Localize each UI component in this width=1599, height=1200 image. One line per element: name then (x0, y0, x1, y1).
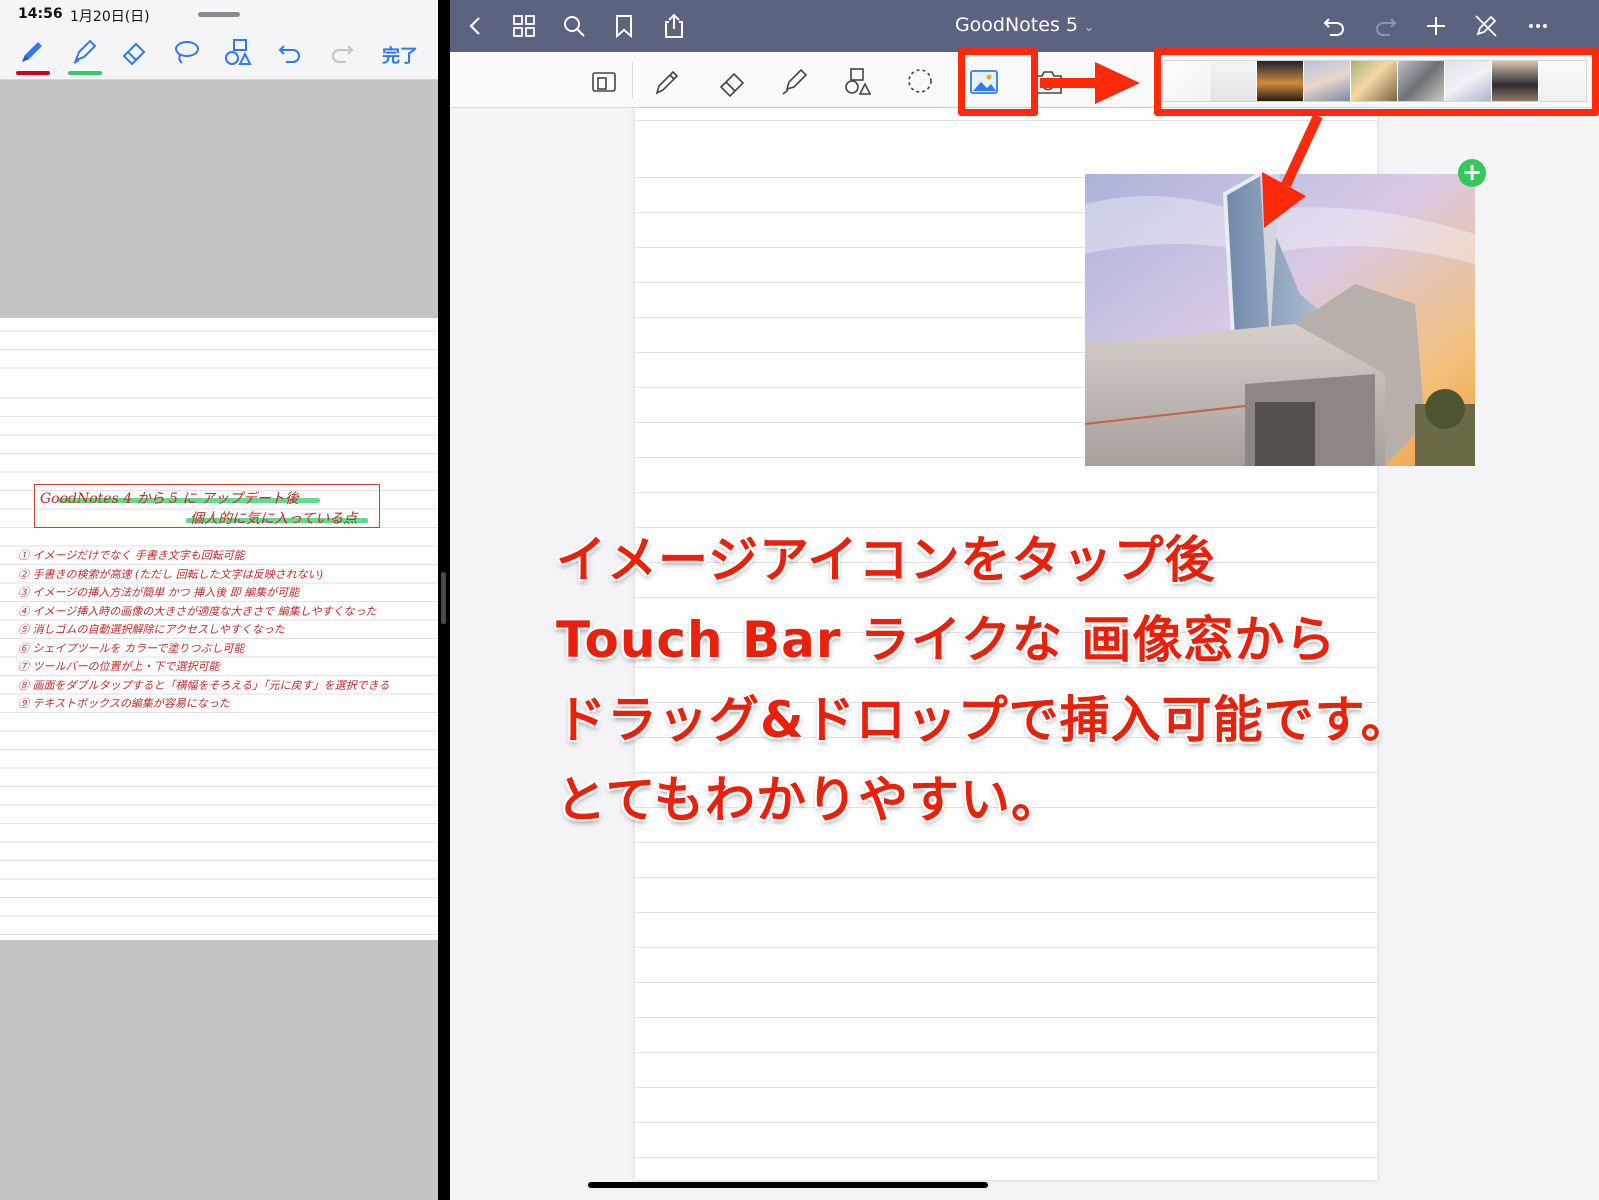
redo-button-right[interactable] (1368, 8, 1404, 44)
redo-icon (1376, 18, 1397, 36)
more-icon (1529, 24, 1547, 28)
thumbnails-button[interactable] (506, 8, 542, 44)
annotation-text: イメージアイコンをタップ後 Touch Bar ライクな 画像窓から ドラッグ&… (556, 520, 1456, 840)
inserted-photo[interactable] (1085, 174, 1475, 466)
eraser-tool-button-right[interactable] (710, 60, 754, 104)
lasso-icon (908, 69, 932, 93)
undo-icon (1323, 18, 1344, 36)
pen-icon (655, 70, 679, 95)
note-page-left[interactable]: GoodNotes 4 から 5 に アップデート後 個人的に気に入っている点 … (0, 318, 438, 940)
undo-button[interactable] (270, 32, 310, 72)
note-item-2: ② 手書きの検索が高速 (ただし 回転した文字は反映されない) (18, 568, 324, 581)
note-item-6: ⑥ シェイプツールを カラーで塗りつぶし可能 (18, 642, 245, 655)
eraser-tool-button[interactable] (114, 32, 154, 72)
undo-icon (278, 45, 300, 63)
eraser-icon (122, 42, 146, 66)
highlighter-tool-button[interactable] (64, 32, 104, 75)
note-item-3: ③ イメージの挿入方法が簡単 かつ 挿入後 即 編集が可能 (18, 586, 300, 599)
annotation-line-4: とてもわかりやすい。 (556, 771, 1062, 829)
back-icon (469, 17, 480, 35)
shapes-tool-button-right[interactable] (835, 60, 879, 104)
search-button[interactable] (556, 8, 592, 44)
add-image-badge[interactable]: + (1458, 159, 1486, 187)
annotation-line-1: イメージアイコンをタップ後 (556, 531, 1216, 589)
status-date: 1月20日(日) (70, 9, 150, 25)
note-item-4: ④ イメージ挿入時の画像の大きさが適度な大きさで 編集しやすくなった (18, 605, 377, 618)
document-title-text: GoodNotes 5 (954, 14, 1078, 36)
shapes-tool-button[interactable] (218, 32, 258, 72)
left-pane: 14:56 1月20日(日) 完了 GoodNotes 4 から 5 に アップ… (0, 0, 438, 1200)
add-icon (1427, 17, 1445, 35)
bookmark-icon (616, 15, 632, 39)
grid-icon (513, 15, 535, 37)
toolbar-separator (632, 62, 633, 98)
bookmark-button[interactable] (606, 8, 642, 44)
shapes-icon (845, 68, 872, 95)
home-indicator (588, 1182, 988, 1188)
annotation-line-2: Touch Bar ライクな 画像窓から (556, 611, 1337, 669)
title-chevron-icon: ⌄ (1083, 20, 1095, 34)
done-button[interactable]: 完了 (382, 42, 418, 68)
highlighter-color-indicator (68, 71, 102, 75)
read-only-toggle[interactable] (1468, 8, 1504, 44)
back-button[interactable] (458, 8, 494, 44)
pen-color-indicator (16, 71, 50, 75)
share-icon (665, 13, 683, 38)
search-icon (564, 16, 585, 37)
eraser-icon (719, 72, 745, 98)
note-title-line2: 個人的に気に入っている点 (190, 511, 358, 527)
photo-strip-highlight-box (1154, 48, 1599, 116)
pen-tool-button[interactable] (12, 32, 52, 75)
page-layout-button[interactable] (582, 60, 626, 104)
status-bar: 14:56 1月20日(日) (0, 0, 438, 28)
multitask-grabber[interactable] (198, 12, 240, 17)
document-icon (592, 72, 616, 92)
nav-bar: GoodNotes 5 ⌄ (450, 0, 1599, 52)
pen-tool-button-right[interactable] (645, 60, 689, 104)
pen-icon (22, 42, 42, 62)
image-icon-highlight-box (958, 48, 1038, 116)
note-title-line1: GoodNotes 4 から 5 に アップデート後 (40, 491, 299, 507)
split-view-handle[interactable] (441, 572, 446, 624)
redo-icon (332, 45, 354, 63)
add-page-button[interactable] (1418, 8, 1454, 44)
note-item-8: ⑧ 画面をダブルタップすると「横幅をそろえる」「元に戻す」を選択できる (18, 679, 390, 692)
highlighter-icon (782, 68, 808, 95)
shapes-icon (225, 39, 252, 65)
left-toolbar: 完了 (0, 28, 438, 80)
redo-button[interactable] (322, 32, 362, 72)
note-item-9: ⑨ テキストボックスの編集が容易になった (18, 697, 230, 710)
lasso-tool-button[interactable] (166, 32, 206, 72)
status-time: 14:56 (18, 6, 63, 22)
highlighter-tool-button-right[interactable] (772, 60, 816, 104)
note-item-5: ⑤ 消しゴムの自動選択解除にアクセスしやすくなった (18, 623, 285, 636)
undo-button-right[interactable] (1316, 8, 1352, 44)
share-button[interactable] (656, 8, 692, 44)
highlighter-icon (73, 39, 97, 64)
more-button[interactable] (1520, 8, 1556, 44)
pencil-off-icon (1475, 15, 1497, 37)
note-item-1: ① イメージだけでなく 手書き文字も回転可能 (18, 549, 245, 562)
lasso-icon (175, 41, 199, 64)
annotation-line-3: ドラッグ&ドロップで挿入可能です。 (556, 691, 1412, 749)
stadium-photo (1085, 174, 1475, 466)
lasso-tool-button-right[interactable] (898, 60, 942, 104)
note-item-7: ⑦ ツールバーの位置が上・下で選択可能 (18, 660, 220, 673)
